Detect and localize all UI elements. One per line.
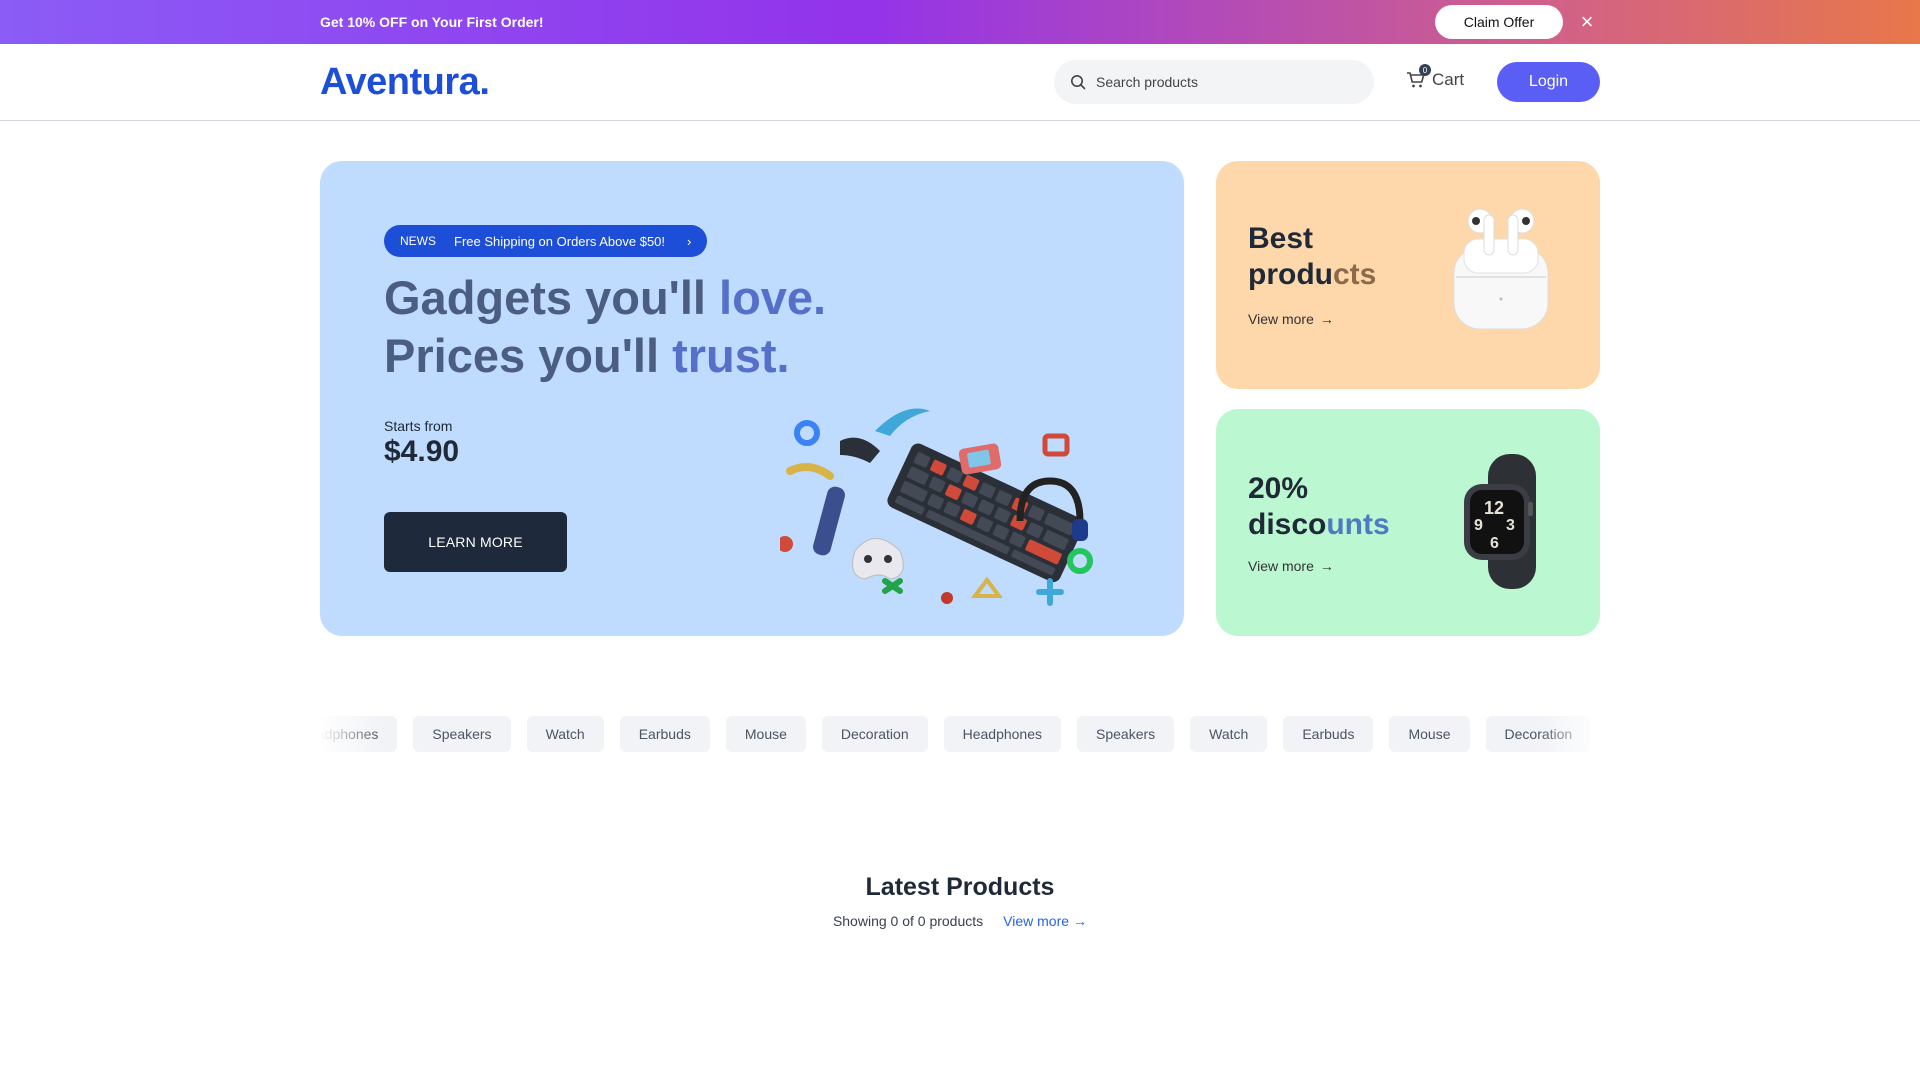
smartwatch-image: 12 9 3 6 xyxy=(1464,454,1536,589)
hero-headline: Gadgets you'll love. Prices you'll trust… xyxy=(384,269,826,385)
login-button[interactable]: Login xyxy=(1497,62,1600,102)
best-products-title-line2: produ xyxy=(1248,258,1333,291)
view-more-link[interactable]: View more → xyxy=(1003,913,1087,929)
cart-label: Cart xyxy=(1432,70,1465,89)
news-pill[interactable]: NEWS Free Shipping on Orders Above $50! … xyxy=(384,225,708,257)
category-chip-earbuds[interactable]: Earbuds xyxy=(619,716,710,752)
latest-products-title: Latest Products xyxy=(865,873,1055,901)
view-more-link[interactable]: View more → xyxy=(1248,558,1334,574)
header: Aventura. 0 Cart Login xyxy=(0,44,1920,121)
close-icon[interactable]: × xyxy=(1577,11,1597,33)
view-more-label: View more xyxy=(1248,558,1314,574)
discounts-title-line2-end: unts xyxy=(1326,508,1390,541)
search-input[interactable] xyxy=(1096,74,1356,90)
view-more-link[interactable]: View more → xyxy=(1248,311,1334,327)
category-chip-earbuds[interactable]: Earbuds xyxy=(1283,716,1374,752)
svg-text:9: 9 xyxy=(1474,517,1483,534)
arrow-right-icon: → xyxy=(1319,311,1334,327)
category-chip-headphones[interactable]: Headphones xyxy=(943,716,1062,752)
svg-text:6: 6 xyxy=(1490,535,1499,552)
category-carousel: Headphones Speakers Watch Earbuds Mouse … xyxy=(320,716,1600,752)
hero-banner: NEWS Free Shipping on Orders Above $50! … xyxy=(320,161,1184,636)
search-icon xyxy=(1071,75,1086,90)
category-chip-speakers[interactable]: Speakers xyxy=(413,716,511,752)
view-more-label: View more xyxy=(1248,311,1314,327)
learn-more-button[interactable]: LEARN MORE xyxy=(384,512,567,572)
promo-text: Get 10% OFF on Your First Order! xyxy=(320,14,544,30)
logo-dot: . xyxy=(479,60,490,103)
carousel-fade-right xyxy=(1540,716,1600,752)
earbuds-image xyxy=(1453,208,1549,330)
promo-banner: Get 10% OFF on Your First Order! Claim O… xyxy=(0,0,1920,44)
category-chip-decoration[interactable]: Decoration xyxy=(821,716,928,752)
showing-count: Showing 0 of 0 products xyxy=(832,913,984,929)
carousel-fade-left xyxy=(320,716,380,752)
best-products-title-line1: Best xyxy=(1248,222,1314,255)
search-bar[interactable] xyxy=(1054,60,1374,104)
category-chip-speakers[interactable]: Speakers xyxy=(1077,716,1175,752)
category-chip-mouse[interactable]: Mouse xyxy=(725,716,806,752)
discounts-title: 20% discounts xyxy=(1248,471,1390,543)
arrow-right-icon: → xyxy=(1073,913,1088,929)
svg-text:3: 3 xyxy=(1506,517,1515,534)
svg-text:12: 12 xyxy=(1484,498,1504,518)
starts-from-label: Starts from xyxy=(384,418,453,434)
chevron-right-icon: › xyxy=(687,233,692,249)
headline-line1-a: Gadgets you'll xyxy=(384,271,720,324)
headline-line2-b: trust. xyxy=(672,329,790,382)
cart-button[interactable]: 0 Cart xyxy=(1406,64,1465,90)
best-products-title: Best products xyxy=(1248,221,1376,293)
cart-count-badge: 0 xyxy=(1419,64,1431,76)
latest-products-meta: Showing 0 of 0 products View more → xyxy=(0,913,1920,929)
logo[interactable]: Aventura. xyxy=(320,60,490,104)
category-track: Headphones Speakers Watch Earbuds Mouse … xyxy=(320,716,1592,752)
logo-text: Aventura xyxy=(320,60,480,103)
gadgets-illustration xyxy=(780,408,1093,606)
headline-line1-b: love. xyxy=(719,271,827,324)
best-products-card[interactable]: Best products View more → xyxy=(1216,161,1600,389)
category-chip-watch[interactable]: Watch xyxy=(1190,716,1268,752)
discounts-title-line2: disco xyxy=(1248,508,1327,541)
claim-offer-button[interactable]: Claim Offer xyxy=(1435,5,1563,39)
headline-line2-a: Prices you'll xyxy=(384,329,673,382)
discounts-card[interactable]: 20% discounts View more → 12 9 3 6 xyxy=(1216,409,1600,636)
arrow-right-icon: → xyxy=(1319,558,1334,574)
best-products-title-line2-end: cts xyxy=(1332,258,1377,291)
discounts-title-line1: 20% xyxy=(1248,472,1309,505)
news-text: Free Shipping on Orders Above $50! xyxy=(454,233,666,249)
view-more-label: View more xyxy=(1003,913,1070,929)
hero-price: $4.90 xyxy=(384,435,460,468)
news-tag: NEWS xyxy=(400,234,436,248)
category-chip-watch[interactable]: Watch xyxy=(526,716,604,752)
category-chip-mouse[interactable]: Mouse xyxy=(1389,716,1470,752)
